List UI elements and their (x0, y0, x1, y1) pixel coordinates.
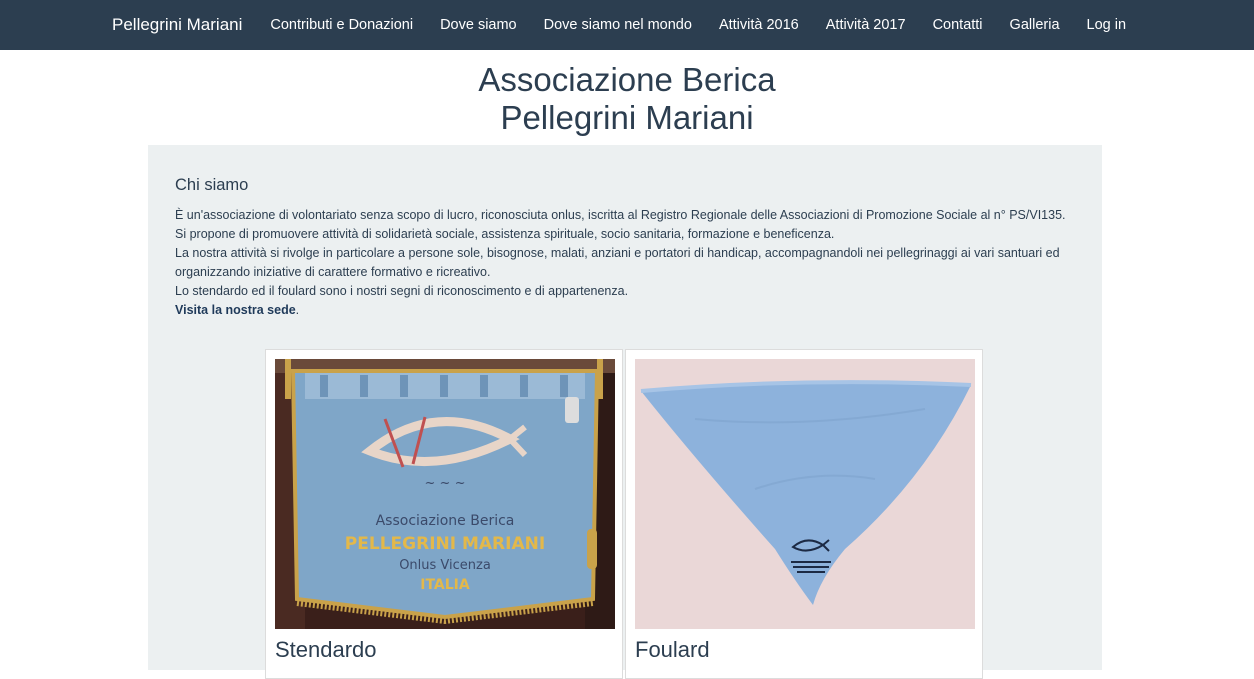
foulard-caption: Foulard (635, 637, 710, 662)
nav-link-login[interactable]: Log in (1087, 17, 1127, 33)
about-section: Chi siamo È un'associazione di volontari… (148, 145, 1102, 679)
nav-links: Contributi e Donazioni Dove siamo Dove s… (270, 17, 1153, 33)
foulard-image[interactable] (635, 359, 975, 629)
nav-link-attivita-2016[interactable]: Attività 2016 (719, 17, 799, 33)
visit-sede-link[interactable]: Visita la nostra sede (175, 303, 296, 317)
page-title-line2: Pellegrini Mariani (500, 99, 754, 136)
stendardo-banner-picture: ~ ~ ~ Associazione Berica PELLEGRINI MAR… (275, 359, 615, 629)
intro-text: È un'associazione di volontariato senza … (175, 206, 1080, 320)
intro-paragraph-3: La nostra attività si rivolge in partico… (175, 246, 1060, 279)
gallery-card-foulard[interactable]: Foulard (625, 349, 983, 679)
page-title: Associazione Berica Pellegrini Mariani (0, 50, 1254, 137)
intro-paragraph-4: Lo stendardo ed il foulard sono i nostri… (175, 284, 629, 298)
foulard-picture (635, 359, 975, 629)
svg-text:Onlus Vicenza: Onlus Vicenza (399, 558, 491, 573)
top-navbar: Pellegrini Mariani Contributi e Donazion… (0, 0, 1254, 50)
section-title: Chi siamo (175, 176, 249, 194)
svg-text:Associazione Berica: Associazione Berica (376, 513, 515, 529)
nav-link-contributi[interactable]: Contributi e Donazioni (270, 17, 413, 33)
gallery-card-stendardo[interactable]: ~ ~ ~ Associazione Berica PELLEGRINI MAR… (265, 349, 623, 679)
svg-text:ITALIA: ITALIA (420, 577, 470, 593)
nav-link-dove-siamo-mondo[interactable]: Dove siamo nel mondo (544, 17, 692, 33)
svg-text:~ ~ ~: ~ ~ ~ (425, 476, 466, 491)
stendardo-image[interactable]: ~ ~ ~ Associazione Berica PELLEGRINI MAR… (275, 359, 615, 629)
intro-paragraph-2: Si propone di promuovere attività di sol… (175, 227, 835, 241)
visit-link-suffix: . (295, 303, 300, 317)
visit-line: Visita la nostra sede. (175, 301, 1080, 320)
nav-link-contatti[interactable]: Contatti (933, 17, 983, 33)
nav-link-attivita-2017[interactable]: Attività 2017 (826, 17, 906, 33)
brand-link[interactable]: Pellegrini Mariani (112, 15, 242, 35)
svg-text:PELLEGRINI MARIANI: PELLEGRINI MARIANI (345, 534, 545, 554)
nav-link-galleria[interactable]: Galleria (1010, 17, 1060, 33)
intro-paragraph-1: È un'associazione di volontariato senza … (175, 208, 1066, 222)
stendardo-caption: Stendardo (275, 637, 377, 662)
page-title-line1: Associazione Berica (478, 61, 776, 98)
nav-link-dove-siamo[interactable]: Dove siamo (440, 17, 517, 33)
